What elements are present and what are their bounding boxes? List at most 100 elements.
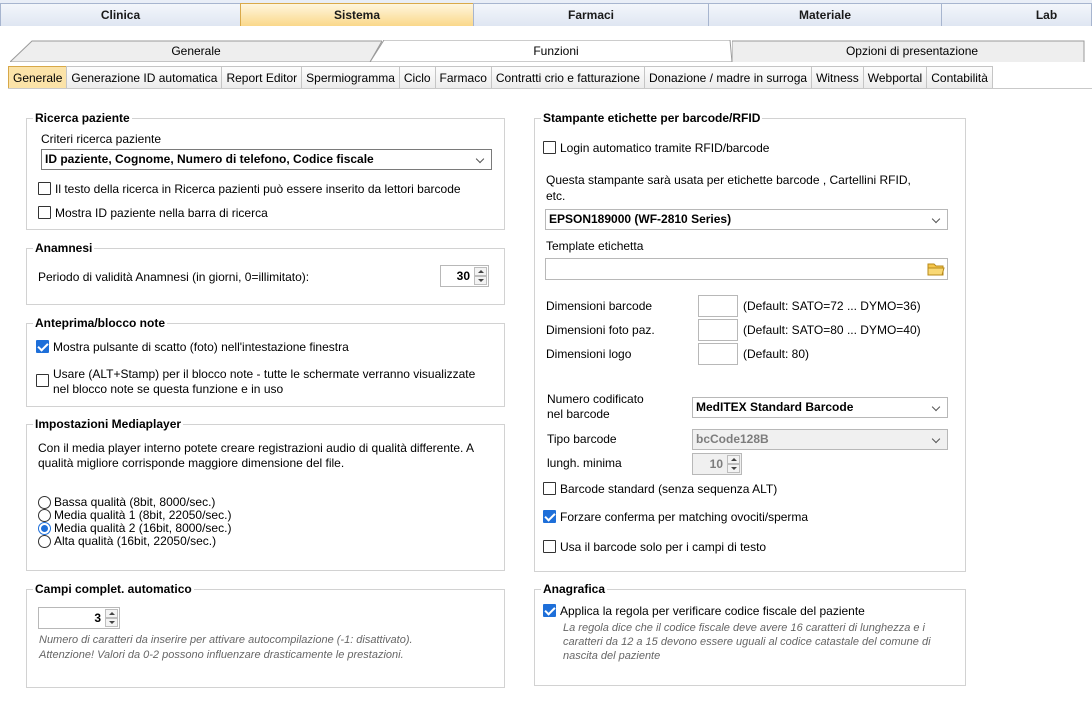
arrow-up-icon[interactable]: [474, 267, 487, 276]
codice-fiscale-label: Applica la regola per verificare codice …: [560, 604, 865, 618]
settings-tab-bar: Generale Generazione ID automatica Repor…: [8, 66, 993, 89]
tipo-label: Tipo barcode: [547, 432, 617, 446]
tipo-value: bcCode128B: [696, 432, 769, 446]
template-label: Template etichetta: [546, 239, 644, 253]
group-stampante: Stampante etichette per barcode/RFID Log…: [534, 111, 966, 572]
tab-farmaci[interactable]: Farmaci: [473, 3, 709, 26]
tab3-spermiogramma[interactable]: Spermiogramma: [301, 66, 400, 89]
printer-dropdown[interactable]: EPSON189000 (WF-2810 Series): [545, 209, 948, 230]
barcode-standard-label: Barcode standard (senza sequenza ALT): [560, 482, 778, 496]
usa-barcode-checkbox[interactable]: [543, 540, 556, 553]
stamp-checkbox[interactable]: [36, 374, 49, 387]
login-rfid-checkbox[interactable]: [543, 141, 556, 154]
group-anagrafica: Anagrafica Applica la regola per verific…: [534, 582, 966, 686]
group-anteprima: Anteprima/blocco note Mostra pulsante di…: [26, 316, 505, 407]
tab-lab[interactable]: Lab: [941, 3, 1092, 26]
dim-logo-input[interactable]: [698, 343, 738, 365]
lungh-stepper[interactable]: 10: [692, 453, 742, 475]
numero-dropdown[interactable]: MedITEX Standard Barcode: [692, 397, 948, 418]
barcode-search-label: Il testo della ricerca in Ricerca pazien…: [55, 182, 461, 196]
usa-barcode-label: Usa il barcode solo per i campi di testo: [560, 540, 767, 554]
group-mediaplayer: Impostazioni Mediaplayer Con il media pl…: [26, 417, 505, 571]
show-id-checkbox[interactable]: [38, 206, 51, 219]
dim-barcode-input[interactable]: [698, 295, 738, 317]
stamp-label-line2: nel blocco note se questa funzione e in …: [53, 382, 284, 396]
numero-label-line1: Numero codificato: [547, 392, 644, 406]
group-title: Campi complet. automatico: [33, 582, 194, 596]
tab3-farmaco[interactable]: Farmaco: [434, 66, 492, 89]
arrow-up-icon[interactable]: [727, 455, 740, 464]
tab3-donazione[interactable]: Donazione / madre in surroga: [643, 66, 813, 89]
arrow-down-icon[interactable]: [105, 618, 118, 627]
tab3-webportal[interactable]: Webportal: [862, 66, 928, 89]
group-autocompletamento: Campi complet. automatico 3 Numero di ca…: [26, 582, 505, 688]
chevron-down-icon: [931, 430, 943, 449]
tipo-dropdown[interactable]: bcCode128B: [692, 429, 948, 450]
autocomplete-value: 3: [94, 611, 101, 625]
lungh-value: 10: [709, 457, 723, 471]
scatto-label: Mostra pulsante di scatto (foto) nell'in…: [53, 340, 349, 354]
arrow-down-icon[interactable]: [474, 276, 487, 285]
printer-desc-line1: Questa stampante sarà usata per etichett…: [546, 173, 911, 187]
dim-foto-input[interactable]: [698, 319, 738, 341]
subtab-generale[interactable]: Generale: [10, 40, 382, 62]
criteri-dropdown[interactable]: ID paziente, Cognome, Numero di telefono…: [41, 149, 492, 170]
dim-barcode-default: (Default: SATO=72 ... DYMO=36): [743, 299, 921, 313]
printer-value: EPSON189000 (WF-2810 Series): [549, 212, 732, 226]
group-ricerca-paziente: Ricerca paziente Criteri ricerca pazient…: [26, 111, 505, 230]
tab3-contabilita[interactable]: Contabilità: [926, 66, 993, 89]
tab3-witness[interactable]: Witness: [811, 66, 864, 89]
group-title: Impostazioni Mediaplayer: [33, 417, 184, 431]
tab3-report-editor[interactable]: Report Editor: [221, 66, 303, 89]
section-tab-bar: Generale Funzioni Opzioni di presentazio…: [0, 40, 1092, 62]
tab-divider: [8, 88, 1092, 89]
forzare-conferma-label: Forzare conferma per matching ovociti/sp…: [560, 510, 809, 524]
group-title: Stampante etichette per barcode/RFID: [541, 111, 763, 125]
forzare-conferma-checkbox[interactable]: [543, 510, 556, 523]
chevron-down-icon: [475, 150, 487, 169]
printer-desc-line2: etc.: [546, 189, 566, 203]
quality-radio-alta[interactable]: [38, 535, 51, 548]
quality-label-media2: Media qualità 2 (16bit, 8000/sec.): [54, 521, 232, 535]
autocomplete-stepper[interactable]: 3: [38, 607, 120, 629]
chevron-down-icon: [931, 398, 943, 417]
folder-icon[interactable]: [927, 262, 945, 276]
media-desc-line2: qualità migliore corrisponde maggiore di…: [38, 456, 345, 470]
subtab-opzioni-presentazione[interactable]: Opzioni di presentazione: [732, 40, 1092, 62]
dim-logo-label: Dimensioni logo: [546, 347, 632, 361]
tab-sistema[interactable]: Sistema: [240, 3, 474, 26]
group-title: Anagrafica: [541, 582, 608, 596]
group-title: Anamnesi: [33, 241, 95, 255]
login-rfid-label: Login automatico tramite RFID/barcode: [560, 141, 770, 155]
tab-materiale[interactable]: Materiale: [708, 3, 942, 26]
barcode-search-checkbox[interactable]: [38, 182, 51, 195]
media-desc-line1: Con il media player interno potete crear…: [38, 441, 475, 455]
arrow-down-icon[interactable]: [727, 464, 740, 473]
tab3-contratti[interactable]: Contratti crio e fatturazione: [490, 66, 645, 89]
dim-barcode-label: Dimensioni barcode: [546, 299, 653, 313]
stamp-label-line1: Usare (ALT+Stamp) per il blocco note - t…: [53, 367, 476, 381]
codice-fiscale-checkbox[interactable]: [543, 604, 556, 617]
tab-clinica[interactable]: Clinica: [0, 3, 241, 26]
quality-radio-bassa[interactable]: [38, 496, 51, 509]
tab3-generale[interactable]: Generale: [8, 66, 68, 89]
criteri-label: Criteri ricerca paziente: [41, 132, 162, 146]
dim-foto-label: Dimensioni foto paz.: [546, 323, 655, 337]
lungh-label: lungh. minima: [547, 456, 622, 470]
scatto-checkbox[interactable]: [36, 340, 49, 353]
tab3-generazione-id[interactable]: Generazione ID automatica: [66, 66, 223, 89]
criteri-value: ID paziente, Cognome, Numero di telefono…: [45, 152, 374, 166]
quality-radio-media2[interactable]: [38, 522, 51, 535]
tab3-ciclo[interactable]: Ciclo: [398, 66, 436, 89]
regola-note-line2: caratteri da 12 a 15 devono essere ugual…: [563, 636, 931, 648]
quality-label-alta: Alta qualità (16bit, 22050/sec.): [54, 534, 217, 548]
periodo-value: 30: [456, 269, 470, 283]
periodo-stepper[interactable]: 30: [440, 265, 489, 287]
subtab-funzioni[interactable]: Funzioni: [370, 40, 742, 62]
template-input[interactable]: [545, 258, 948, 280]
arrow-up-icon[interactable]: [105, 609, 118, 618]
barcode-standard-checkbox[interactable]: [543, 482, 556, 495]
quality-label-bassa: Bassa qualità (8bit, 8000/sec.): [54, 495, 216, 509]
quality-radio-media1[interactable]: [38, 509, 51, 522]
quality-label-media1: Media qualità 1 (8bit, 22050/sec.): [54, 508, 232, 522]
